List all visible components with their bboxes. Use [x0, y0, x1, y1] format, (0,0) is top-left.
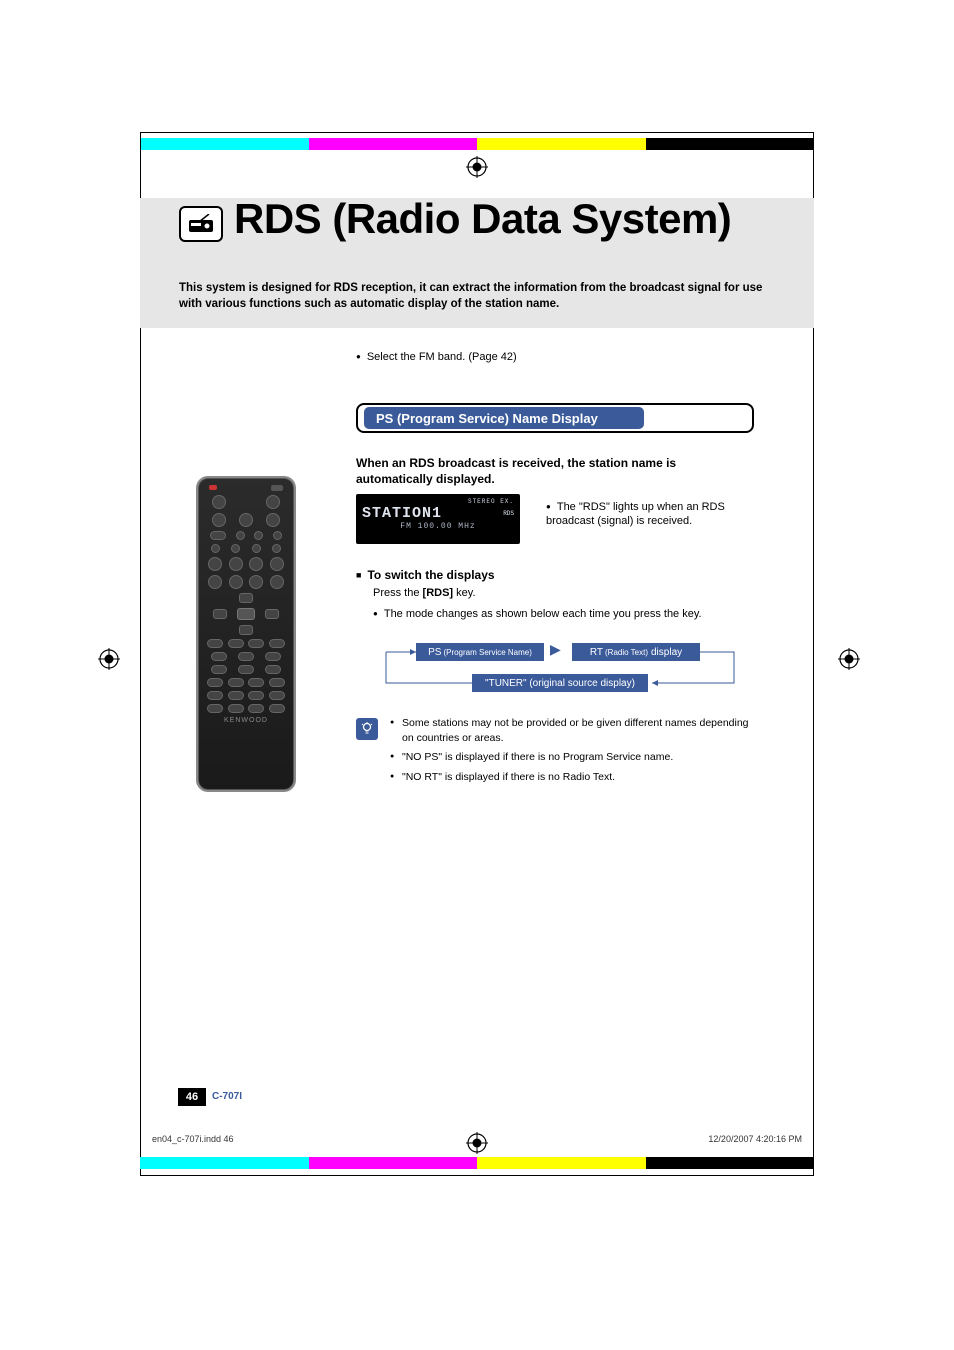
section-heading: PS (Program Service) Name Display — [364, 407, 644, 429]
model-number: C-707I — [212, 1091, 242, 1102]
flow-tuner-box: "TUNER" (original source display) — [472, 674, 648, 692]
flow-ps-box: PS (Program Service Name) — [416, 643, 544, 661]
registration-mark-icon — [98, 648, 120, 670]
flow-rt-tail: display — [651, 647, 682, 658]
color-bar — [140, 1157, 814, 1169]
lcd-indicators: STEREO EX. — [362, 498, 514, 505]
tip-item: "NO RT" is displayed if there is no Radi… — [390, 770, 750, 785]
footer-timestamp: 12/20/2007 4:20:16 PM — [708, 1134, 802, 1144]
flow-ps-sub: (Program Service Name) — [443, 648, 531, 657]
section-intro: When an RDS broadcast is received, the s… — [356, 455, 754, 487]
lcd-note: The "RDS" lights up when an RDS broadcas… — [546, 500, 726, 529]
lcd-frequency: FM 100.00 MHz — [362, 522, 514, 531]
registration-mark-icon — [466, 1132, 488, 1154]
intro-text: This system is designed for RDS receptio… — [179, 281, 769, 312]
remote-control-illustration: KENWOOD — [198, 478, 294, 790]
tip-item: "NO PS" is displayed if there is no Prog… — [390, 750, 750, 765]
flow-rt-sub: (Radio Text) — [605, 648, 648, 657]
remote-brand: KENWOOD — [205, 717, 287, 724]
press-instruction: Press the [RDS] key. — [373, 587, 476, 599]
flow-rt-label: RT — [590, 647, 603, 658]
page-title: RDS (Radio Data System) — [234, 195, 731, 243]
lightbulb-icon — [356, 718, 378, 740]
manual-page: RDS (Radio Data System) This system is d… — [0, 0, 954, 1350]
switch-displays-heading: To switch the displays — [356, 568, 495, 582]
display-flow-diagram: PS (Program Service Name) ▶ RT (Radio Te… — [356, 632, 754, 694]
lcd-rds-indicator: RDS — [503, 510, 514, 517]
flow-ps-label: PS — [428, 647, 441, 658]
registration-mark-icon — [838, 648, 860, 670]
registration-mark-icon — [466, 156, 488, 178]
tip-item: Some stations may not be provided or be … — [390, 716, 750, 745]
select-fm-note: Select the FM band. (Page 42) — [356, 351, 517, 363]
tips-list: Some stations may not be provided or be … — [390, 716, 750, 790]
lcd-station-name: STATION1 — [362, 505, 514, 522]
radio-icon — [179, 206, 223, 242]
mode-change-note: The mode changes as shown below each tim… — [373, 608, 702, 620]
lcd-display: STEREO EX. STATION1 RDS FM 100.00 MHz — [356, 494, 520, 544]
section-heading-bar: PS (Program Service) Name Display — [356, 403, 754, 433]
page-number: 46 — [178, 1088, 206, 1106]
flow-rt-box: RT (Radio Text) display — [572, 643, 700, 661]
arrow-right-icon: ▶ — [550, 641, 561, 658]
footer-filename: en04_c-707i.indd 46 — [152, 1134, 234, 1144]
